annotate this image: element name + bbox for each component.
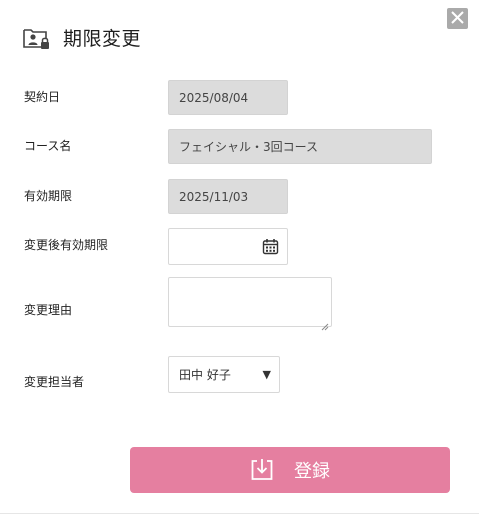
close-button[interactable] [447, 8, 468, 29]
contract-date-field: 2025/08/04 [168, 80, 288, 115]
staff-select[interactable]: 田中 好子 ▼ [168, 356, 280, 393]
contract-date-label: 契約日 [24, 90, 61, 104]
folder-lock-user-icon [22, 25, 50, 51]
download-box-icon [250, 458, 274, 482]
course-name-label: コース名 [24, 139, 72, 153]
staff-label: 変更担当者 [24, 375, 85, 389]
new-expiry-date-input[interactable] [168, 228, 288, 265]
dialog-title: 期限変更 [63, 28, 142, 50]
register-button-label: 登録 [294, 461, 330, 482]
staff-selected-value: 田中 好子 [179, 368, 231, 382]
change-reason-label: 変更理由 [24, 303, 73, 317]
dialog-header: 期限変更 [22, 24, 141, 51]
close-icon [451, 9, 464, 28]
new-expiry-date-label: 変更後有効期限 [24, 238, 109, 252]
register-button[interactable]: 登録 [130, 447, 450, 493]
expiry-date-label: 有効期限 [24, 189, 73, 203]
course-name-field: フェイシャル・3回コース [168, 129, 432, 164]
period-change-dialog: 期限変更 契約日 2025/08/04 コース名 フェイシャル・3回コース 有効… [0, 0, 479, 514]
expiry-date-field: 2025/11/03 [168, 179, 288, 214]
change-reason-textarea[interactable] [168, 277, 332, 331]
calendar-icon[interactable] [262, 238, 279, 255]
chevron-down-icon: ▼ [262, 368, 271, 381]
resize-grip-icon[interactable] [321, 316, 329, 331]
